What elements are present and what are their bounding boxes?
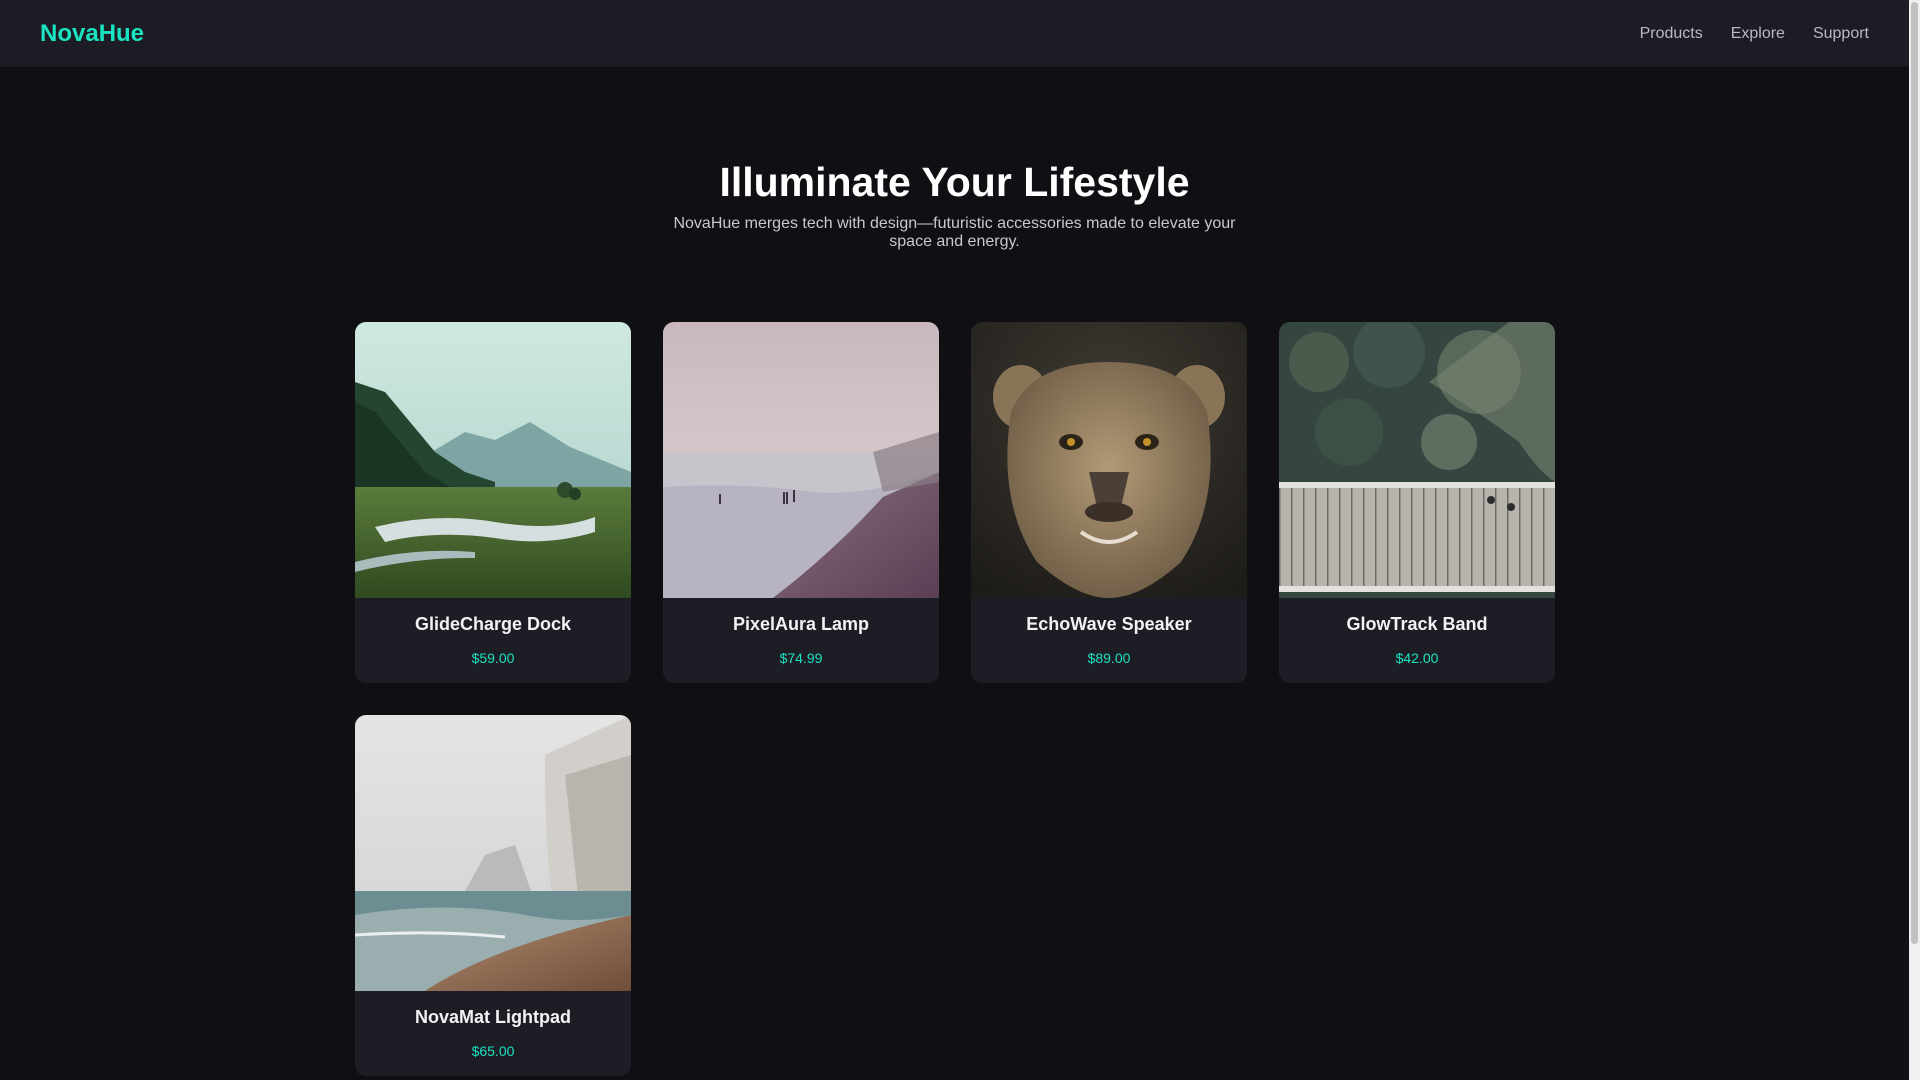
product-card-pixelaura-lamp[interactable]: PixelAura Lamp $74.99 xyxy=(663,322,939,683)
nav-links: Products Explore Support xyxy=(1640,24,1869,44)
product-name: EchoWave Speaker xyxy=(1026,614,1192,634)
product-grid: GlideCharge Dock $59.00 PixelAura Lamp $… xyxy=(355,322,1555,1076)
nav-link-explore[interactable]: Explore xyxy=(1731,24,1785,44)
brand-logo[interactable]: NovaHue xyxy=(40,20,144,48)
hero-subtitle: NovaHue merges tech with design—futurist… xyxy=(673,215,1236,250)
product-image-mountain-valley[interactable] xyxy=(355,322,631,598)
product-name: GlideCharge Dock xyxy=(414,614,572,634)
product-card-glidecharge-dock[interactable]: GlideCharge Dock $59.00 xyxy=(355,322,631,683)
page: NovaHue Products Explore Support Illumin… xyxy=(0,0,1920,1080)
product-price: $42.00 xyxy=(1395,650,1439,666)
product-image-lioness[interactable] xyxy=(971,322,1247,598)
product-price: $59.00 xyxy=(471,650,515,666)
product-name: NovaMat Lightpad xyxy=(415,1007,571,1027)
product-image-foggy-cliffs[interactable] xyxy=(355,715,631,991)
nav-link-products[interactable]: Products xyxy=(1640,24,1703,44)
product-card-glowtrack-band[interactable]: GlowTrack Band $42.00 xyxy=(1279,322,1555,683)
page-scrollbar[interactable] xyxy=(1909,0,1920,1080)
product-name: GlowTrack Band xyxy=(1346,614,1488,634)
product-image-misty-beach[interactable] xyxy=(663,322,939,598)
scrollbar-thumb[interactable] xyxy=(1911,2,1918,944)
product-price: $89.00 xyxy=(1087,650,1131,666)
product-card-echowave-speaker[interactable]: EchoWave Speaker $89.00 xyxy=(971,322,1247,683)
product-image-aerial-boardwalk[interactable] xyxy=(1279,322,1555,598)
navbar: NovaHue Products Explore Support xyxy=(0,0,1909,67)
hero-title: Illuminate Your Lifestyle xyxy=(719,159,1190,205)
product-name: PixelAura Lamp xyxy=(732,614,870,634)
product-price: $74.99 xyxy=(779,650,823,666)
nav-link-support[interactable]: Support xyxy=(1813,24,1869,44)
product-price: $65.00 xyxy=(471,1043,515,1059)
product-card-novamat-lightpad[interactable]: NovaMat Lightpad $65.00 xyxy=(355,715,631,1076)
